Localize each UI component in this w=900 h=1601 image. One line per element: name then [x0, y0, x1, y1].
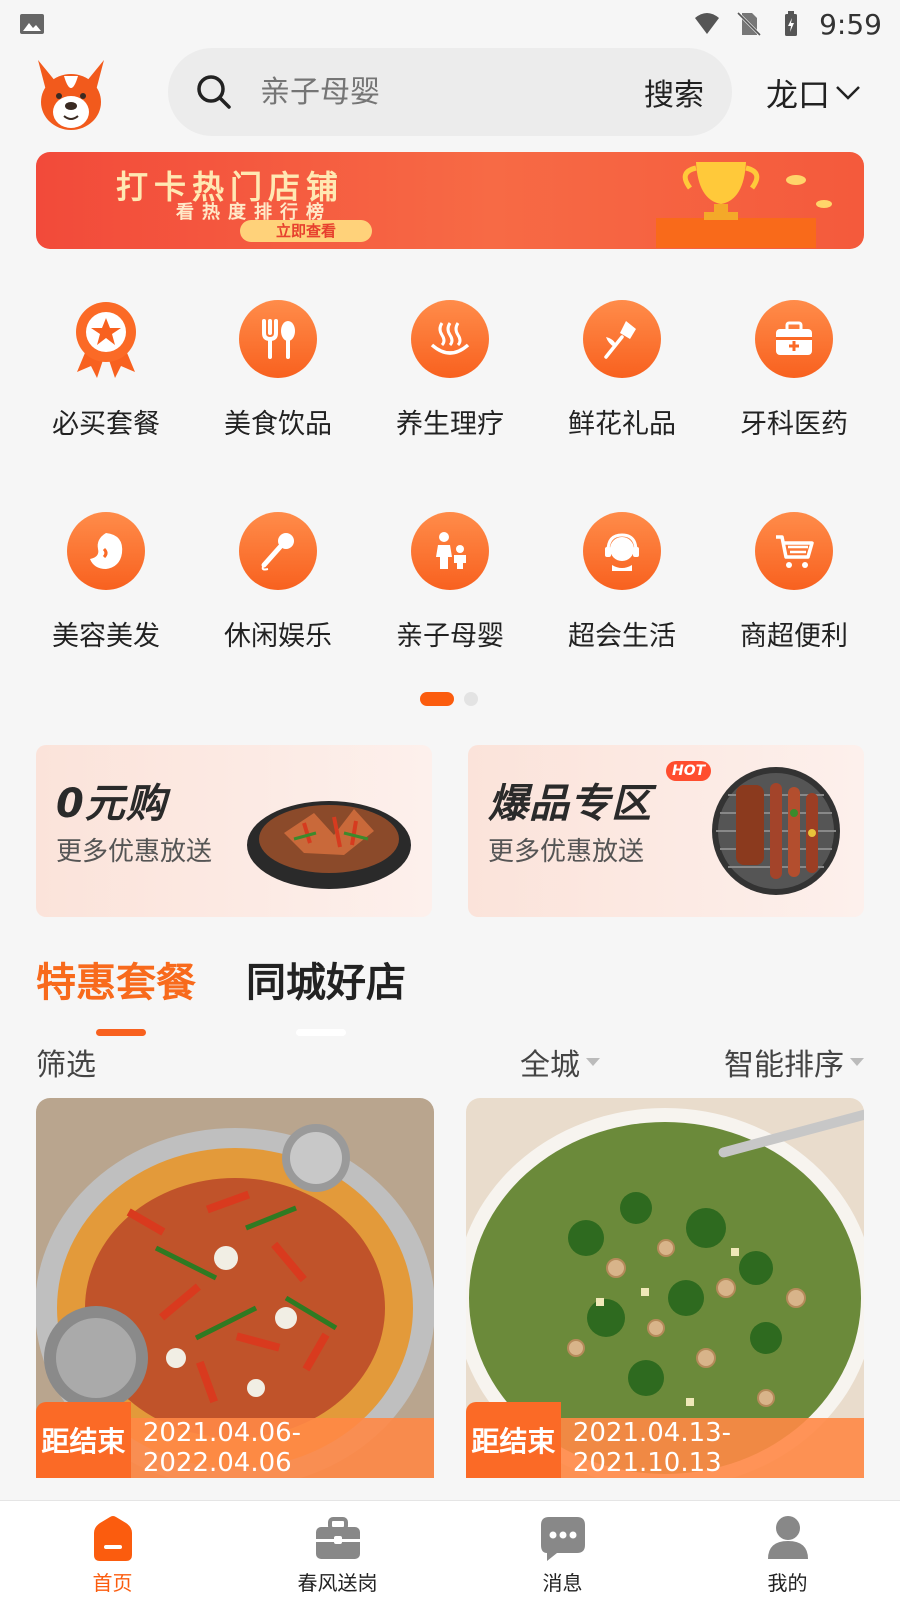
category-grid: 必买套餐 美食饮品 养生理疗 鲜花礼品 牙科医药 美容美发 休闲娱乐 亲子母婴 … — [36, 300, 864, 724]
city-filter-dropdown[interactable]: 全城 — [520, 1040, 600, 1084]
promo-title: 爆品专区 — [488, 781, 652, 827]
countdown-bar: 距结束 2021.04.06-2022.04.06 — [36, 1402, 434, 1478]
category-row: 必买套餐 美食饮品 养生理疗 鲜花礼品 牙科医药 — [36, 300, 864, 512]
search-bar[interactable]: 搜索 — [168, 48, 732, 136]
chevron-down-icon — [836, 86, 860, 100]
countdown-tag: 距结束 — [36, 1402, 131, 1478]
hot-shops-banner[interactable]: 打卡热门店铺 看热度排行榜 立即查看 — [36, 152, 864, 249]
promo-subtitle: 更多优惠放送 — [56, 837, 213, 867]
wifi-icon — [695, 13, 720, 34]
page-dot — [464, 692, 478, 706]
search-input[interactable] — [258, 73, 644, 111]
category-item[interactable]: 超会生活 — [552, 512, 692, 724]
page-dot-active — [420, 692, 454, 706]
list-tabs: 特惠套餐 同城好店 — [36, 950, 406, 1036]
category-item[interactable]: 牙科医药 — [724, 300, 864, 512]
caret-down-icon — [586, 1058, 600, 1066]
sort-label: 智能排序 — [724, 1048, 844, 1083]
tab-local-shops[interactable]: 同城好店 — [246, 950, 406, 1036]
tabbar-item-jobs[interactable]: 春风送岗 — [225, 1501, 450, 1601]
face-profile-icon — [90, 533, 123, 569]
tab-indicator — [296, 1029, 346, 1036]
briefcase-icon — [315, 1517, 360, 1559]
caret-down-icon — [850, 1058, 864, 1066]
tabbar-label: 春风送岗 — [297, 1571, 378, 1595]
chat-icon — [540, 1517, 585, 1561]
promo-title: 0元购 — [56, 781, 167, 827]
bottom-tab-bar: 首页 春风送岗 消息 我的 — [0, 1500, 900, 1601]
filter-button[interactable]: 筛选 — [36, 1040, 96, 1084]
category-label: 亲子母婴 — [396, 621, 504, 652]
banner-view-button[interactable]: 立即查看 — [240, 220, 372, 242]
search-button[interactable]: 搜索 — [644, 70, 704, 114]
parent-child-icon — [436, 532, 466, 569]
top-header: 搜索 龙口 — [0, 48, 900, 138]
sort-dropdown[interactable]: 智能排序 — [724, 1040, 864, 1084]
page-indicator — [420, 692, 478, 706]
deal-date-range: 2021.04.06-2022.04.06 — [142, 1418, 302, 1478]
deal-card[interactable]: 距结束 2021.04.06-2022.04.06 — [36, 1098, 434, 1478]
category-label: 牙科医药 — [740, 409, 848, 440]
filter-bar: 筛选 全城 智能排序 — [36, 1040, 864, 1083]
countdown-tag: 距结束 — [466, 1402, 561, 1478]
tab-label: 同城好店 — [246, 960, 406, 1006]
battery-charging-icon — [785, 11, 798, 36]
food-plate-icon — [247, 801, 411, 889]
zero-yuan-promo[interactable]: 0元购 更多优惠放送 — [36, 745, 432, 917]
city-filter-label: 全城 — [520, 1048, 580, 1083]
medical-kit-icon — [776, 321, 812, 355]
badge-star-icon — [76, 302, 136, 378]
category-label: 超会生活 — [568, 621, 676, 652]
dog-logo-icon[interactable] — [30, 56, 112, 134]
countdown-bar: 距结束 2021.04.13-2021.10.13 — [466, 1402, 864, 1478]
hot-items-promo[interactable]: 爆品专区 HOT 更多优惠放送 — [468, 745, 864, 917]
tab-label: 特惠套餐 — [36, 960, 196, 1006]
user-icon — [767, 1516, 808, 1559]
spa-steam-icon — [430, 322, 470, 355]
category-label: 美容美发 — [52, 621, 160, 652]
tabbar-item-messages[interactable]: 消息 — [450, 1501, 675, 1601]
shopping-cart-icon — [776, 535, 814, 568]
tabbar-label: 我的 — [767, 1571, 808, 1595]
category-item[interactable]: 商超便利 — [724, 512, 864, 724]
category-label: 美食饮品 — [224, 409, 332, 440]
trophy-icon — [656, 162, 832, 248]
fork-spoon-icon — [262, 319, 295, 359]
tab-indicator — [96, 1029, 146, 1036]
flower-icon — [604, 321, 636, 359]
deal-date-range: 2021.04.13-2021.10.13 — [572, 1418, 732, 1478]
promo-subtitle: 更多优惠放送 — [488, 837, 645, 867]
no-sim-icon — [737, 11, 762, 37]
location-selector[interactable]: 龙口 — [766, 70, 862, 116]
category-item[interactable]: 美容美发 — [36, 512, 176, 724]
search-icon — [197, 75, 231, 109]
tabbar-label: 首页 — [92, 1571, 133, 1595]
category-label: 养生理疗 — [396, 409, 504, 440]
status-time: 9:59 — [819, 7, 882, 41]
category-label: 商超便利 — [740, 621, 848, 652]
location-label: 龙口 — [766, 76, 831, 114]
tabbar-label: 消息 — [542, 1571, 583, 1595]
category-item[interactable]: 养生理疗 — [380, 300, 520, 512]
bbq-grill-icon — [712, 767, 840, 895]
headset-user-icon — [605, 533, 639, 571]
category-label: 必买套餐 — [52, 409, 160, 440]
hot-badge: HOT — [666, 761, 712, 781]
gallery-notification-icon — [20, 14, 44, 34]
tabbar-item-home[interactable]: 首页 — [0, 1501, 225, 1601]
status-bar: 9:59 — [0, 0, 900, 48]
category-item[interactable]: 美食饮品 — [208, 300, 348, 512]
microphone-icon — [261, 533, 294, 571]
category-label: 休闲娱乐 — [224, 621, 332, 652]
category-label: 鲜花礼品 — [568, 409, 676, 440]
deal-card[interactable]: 距结束 2021.04.13-2021.10.13 — [466, 1098, 864, 1478]
home-icon — [93, 1516, 132, 1561]
category-item[interactable]: 鲜花礼品 — [552, 300, 692, 512]
tab-special-packages[interactable]: 特惠套餐 — [36, 950, 196, 1036]
category-item[interactable]: 必买套餐 — [36, 300, 176, 512]
tabbar-item-profile[interactable]: 我的 — [675, 1501, 900, 1601]
category-item[interactable]: 休闲娱乐 — [208, 512, 348, 724]
